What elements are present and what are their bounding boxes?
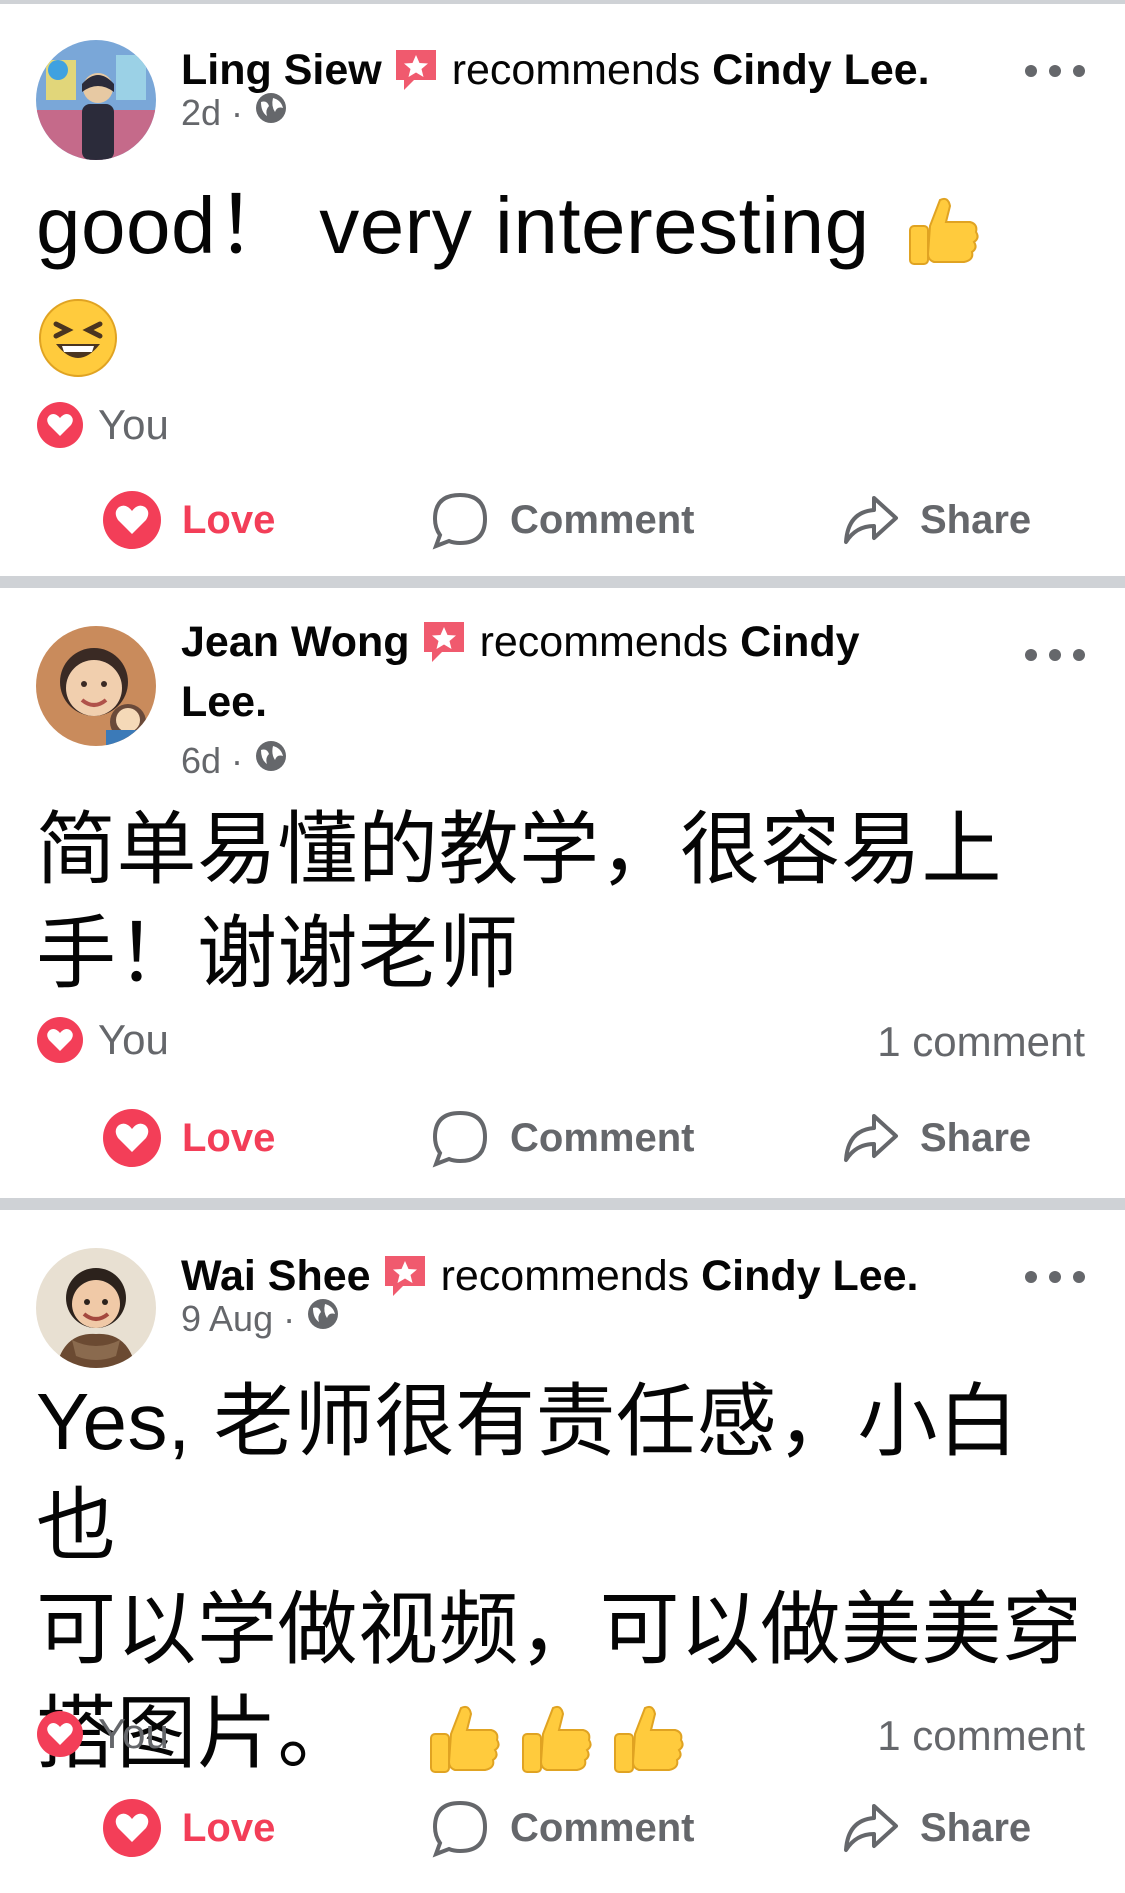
post-header: Jean Wong recommends Cindy Lee. xyxy=(181,612,941,732)
love-button[interactable]: Love xyxy=(102,1788,275,1868)
more-options-icon[interactable] xyxy=(1025,640,1085,670)
thumbs-up-emoji xyxy=(605,1698,689,1782)
post-time[interactable]: 9 Aug xyxy=(181,1297,273,1341)
comment-button[interactable]: Comment xyxy=(430,1788,694,1868)
recommended-page[interactable]: Cindy Lee. xyxy=(701,1252,918,1300)
avatar[interactable] xyxy=(36,626,156,746)
action-bar: Love Comment Share xyxy=(0,1788,1125,1868)
reaction-by: You xyxy=(98,1016,169,1063)
avatar[interactable] xyxy=(36,1248,156,1368)
post-text: good！ very interesting xyxy=(36,174,1095,278)
reaction-by: You xyxy=(98,401,169,448)
post-header: Ling Siew recommends Cindy Lee. xyxy=(181,40,941,100)
comment-bubble-icon xyxy=(432,1110,488,1168)
globe-icon xyxy=(253,90,289,136)
heart-icon xyxy=(103,1799,161,1857)
love-button[interactable]: Love xyxy=(102,480,275,560)
grinning-squinting-emoji xyxy=(36,296,120,380)
reaction-summary[interactable]: You xyxy=(36,401,169,449)
share-button[interactable]: Share xyxy=(840,480,1031,560)
globe-icon xyxy=(305,1296,341,1342)
author-name[interactable]: Ling Siew xyxy=(181,46,382,94)
more-options-icon[interactable] xyxy=(1025,56,1085,86)
comment-count[interactable]: 1 comment xyxy=(877,1712,1085,1760)
post-time[interactable]: 6d xyxy=(181,739,221,783)
comment-button[interactable]: Comment xyxy=(430,1098,694,1178)
author-name[interactable]: Jean Wong xyxy=(181,618,410,666)
action-bar: Love Comment Share xyxy=(0,1098,1125,1178)
post-emoji-line xyxy=(36,280,1095,384)
heart-icon xyxy=(37,1017,83,1063)
share-arrow-icon xyxy=(844,496,898,544)
avatar[interactable] xyxy=(36,40,156,160)
post-meta: 6d · xyxy=(181,738,289,784)
recommendation-post: Wai Shee recommends Cindy Lee. 9 Aug · Yes… xyxy=(0,1210,1125,1893)
thumbs-up-emoji xyxy=(900,190,984,274)
share-arrow-icon xyxy=(844,1804,898,1852)
comment-count[interactable]: 1 comment xyxy=(877,1018,1085,1066)
recommends-text: recommends xyxy=(479,618,729,666)
comment-bubble-icon xyxy=(432,1800,488,1858)
share-button[interactable]: Share xyxy=(840,1098,1031,1178)
heart-icon xyxy=(103,1109,161,1167)
post-meta: 9 Aug · xyxy=(181,1296,341,1342)
recommend-badge-icon xyxy=(392,46,440,94)
recommended-page[interactable]: Cindy Lee. xyxy=(712,46,929,94)
heart-icon xyxy=(103,491,161,549)
author-name[interactable]: Wai Shee xyxy=(181,1252,371,1300)
reaction-summary[interactable]: You xyxy=(36,1016,169,1064)
action-bar: Love Comment Share xyxy=(0,480,1125,560)
heart-icon xyxy=(37,1711,83,1757)
recommendation-post: Ling Siew recommends Cindy Lee. 2d · good！… xyxy=(0,4,1125,576)
post-time[interactable]: 2d xyxy=(181,91,221,135)
heart-icon xyxy=(37,402,83,448)
more-options-icon[interactable] xyxy=(1025,1262,1085,1292)
share-button[interactable]: Share xyxy=(840,1788,1031,1868)
comment-button[interactable]: Comment xyxy=(430,480,694,560)
comment-bubble-icon xyxy=(432,492,488,550)
thumbs-up-emoji xyxy=(513,1698,597,1782)
recommend-badge-icon xyxy=(420,618,468,666)
recommendation-post: Jean Wong recommends Cindy Lee. 6d · 简单易懂的… xyxy=(0,588,1125,1198)
recommends-text: recommends xyxy=(451,46,701,94)
share-arrow-icon xyxy=(844,1114,898,1162)
love-button[interactable]: Love xyxy=(102,1098,275,1178)
recommend-badge-icon xyxy=(381,1252,429,1300)
reaction-by: You xyxy=(98,1710,169,1757)
reaction-summary[interactable]: You xyxy=(36,1710,169,1758)
thumbs-up-emoji xyxy=(421,1698,505,1782)
globe-icon xyxy=(253,738,289,784)
recommends-text: recommends xyxy=(440,1252,690,1300)
post-meta: 2d · xyxy=(181,90,289,136)
post-text: 简单易懂的教学，很容易上 手！谢谢老师 xyxy=(36,805,1002,998)
